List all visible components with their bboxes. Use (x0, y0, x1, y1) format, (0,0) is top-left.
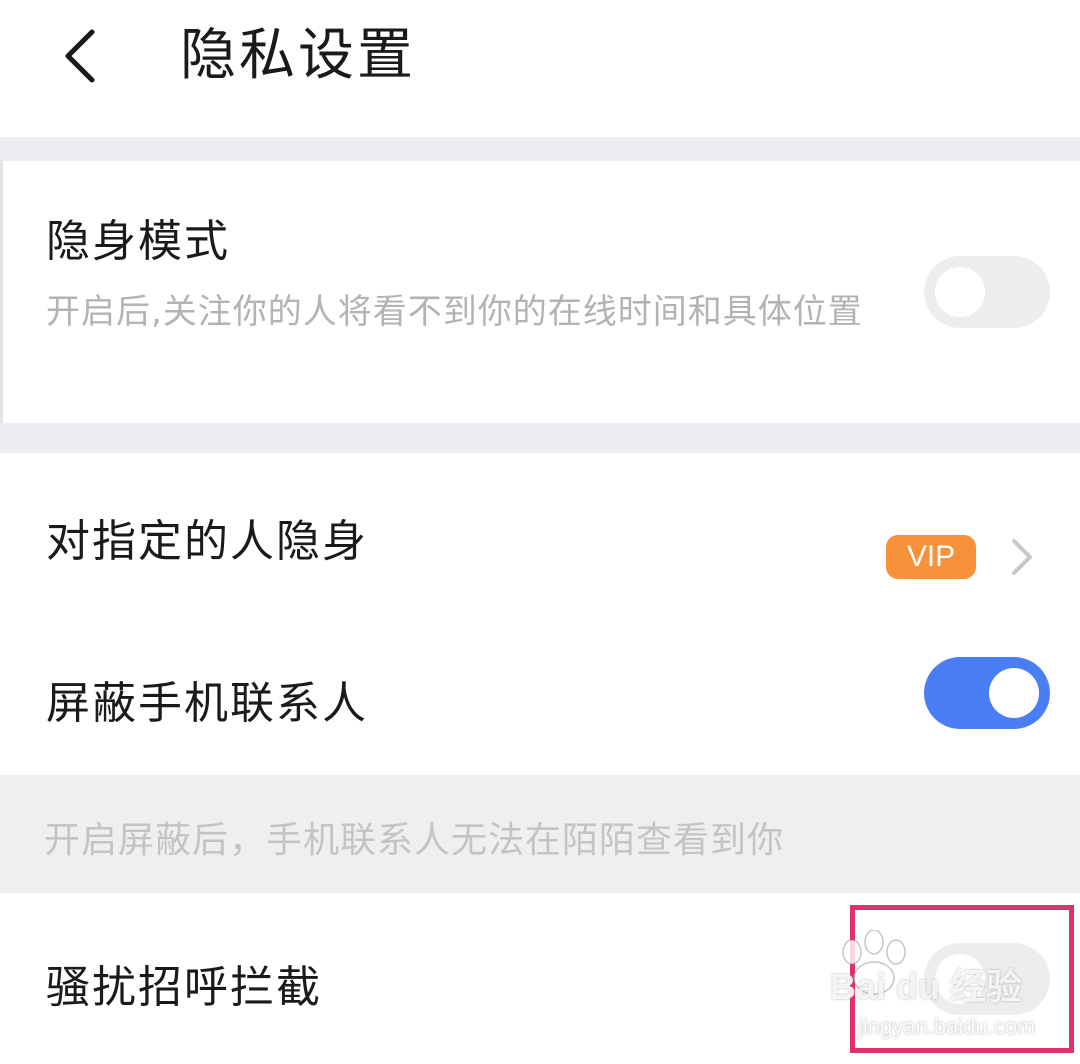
toggle-knob (935, 267, 985, 317)
block-contacts-note-text: 开启屏蔽后，手机联系人无法在陌陌查看到你 (44, 820, 785, 861)
chevron-right-icon (1012, 539, 1032, 575)
invisible-mode-description: 开启后,关注你的人将看不到你的在线时间和具体位置 (46, 292, 863, 332)
invisible-mode-row[interactable]: 隐身模式 开启后,关注你的人将看不到你的在线时间和具体位置 (0, 161, 1080, 423)
invisible-mode-title: 隐身模式 (46, 216, 230, 267)
invisible-mode-toggle[interactable] (924, 256, 1050, 328)
block-contacts-note: 开启屏蔽后，手机联系人无法在陌陌查看到你 (0, 775, 1080, 893)
privacy-settings-screen: 隐私设置 隐身模式 开启后,关注你的人将看不到你的在线时间和具体位置 对指定的人… (0, 0, 1080, 1064)
page-title: 隐私设置 (180, 23, 416, 88)
back-button[interactable] (52, 18, 116, 90)
block-contacts-row[interactable]: 屏蔽手机联系人 (0, 615, 1080, 775)
chevron-left-icon (65, 29, 95, 83)
section-divider (0, 137, 1080, 161)
toggle-knob (989, 668, 1039, 718)
hide-from-specific-title: 对指定的人隐身 (46, 516, 368, 567)
block-contacts-title: 屏蔽手机联系人 (46, 678, 368, 729)
hide-from-specific-row[interactable]: 对指定的人隐身 VIP (0, 453, 1080, 615)
block-harassment-title: 骚扰招呼拦截 (46, 962, 322, 1013)
section-divider (0, 423, 1080, 453)
block-contacts-toggle[interactable] (924, 657, 1050, 729)
top-bar: 隐私设置 (0, 0, 1080, 137)
vip-badge: VIP (886, 535, 976, 579)
highlight-annotation (850, 905, 1074, 1053)
